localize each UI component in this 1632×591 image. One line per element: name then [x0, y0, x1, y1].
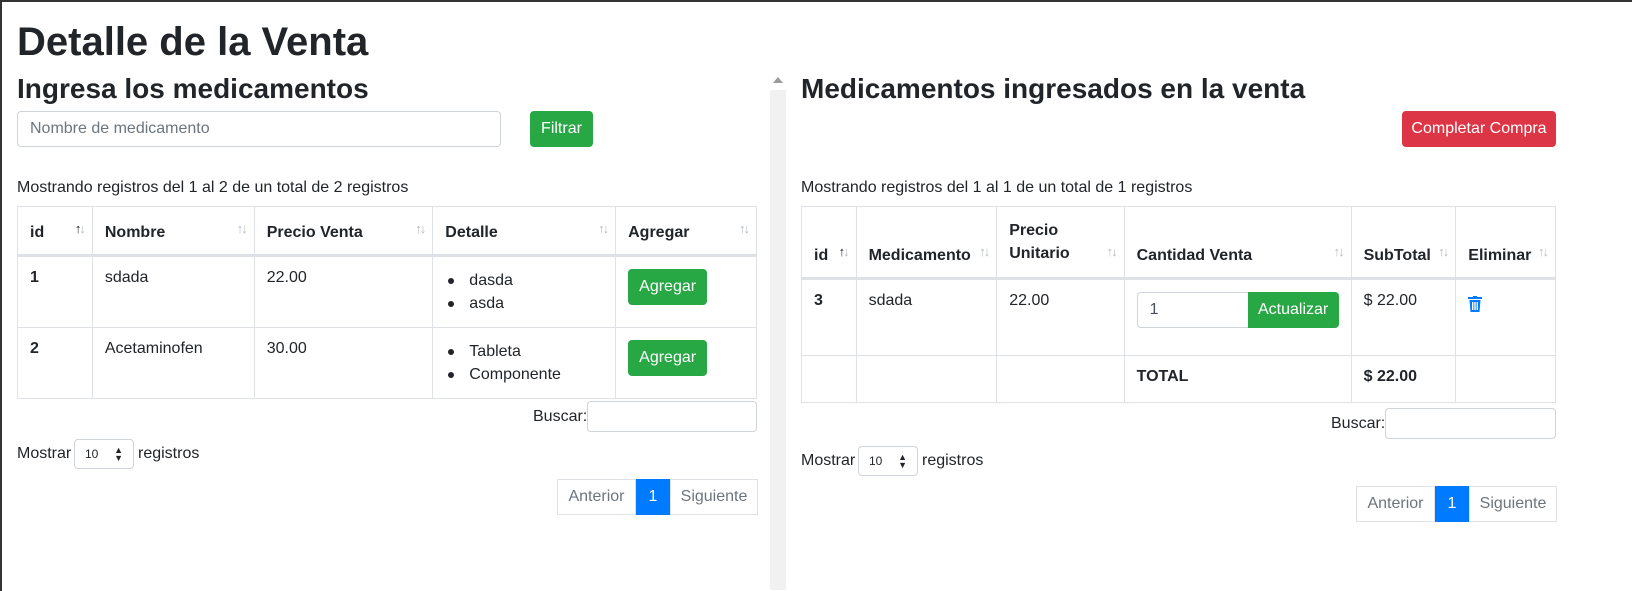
- col-precio-venta[interactable]: Precio Venta ↑↓: [253, 206, 434, 257]
- add-button[interactable]: Agregar: [628, 269, 708, 305]
- row-detalle: dasda asda: [432, 255, 617, 328]
- row-id: 1: [17, 255, 93, 328]
- col-detalle[interactable]: Detalle ↑↓: [432, 206, 617, 257]
- page-1-button[interactable]: 1: [636, 479, 670, 515]
- left-records-label: registros: [138, 445, 200, 462]
- col-eliminar[interactable]: Eliminar ↑↓: [1455, 206, 1556, 280]
- detail-item: dasda: [445, 269, 603, 292]
- complete-purchase-button[interactable]: Completar Compra: [1402, 111, 1556, 147]
- sort-arrows-icon: ↑↓: [74, 221, 86, 236]
- add-button[interactable]: Agregar: [628, 340, 708, 376]
- col-precio-unitario[interactable]: Precio Unitario ↑↓: [996, 206, 1125, 280]
- col-id[interactable]: id ↑↓: [17, 206, 93, 257]
- sort-arrows-icon: ↑↓: [1333, 244, 1345, 259]
- total-label: TOTAL: [1123, 355, 1352, 403]
- col-id[interactable]: id ↑↓: [801, 206, 857, 280]
- left-show-label: Mostrar: [17, 445, 72, 462]
- row-nombre: Acetaminofen: [91, 327, 255, 399]
- left-pagination: Anterior 1 Siguiente: [557, 479, 758, 515]
- row-detalle: Tableta Componente: [432, 327, 617, 399]
- col-medicamento[interactable]: Medicamento ↑↓: [855, 206, 998, 280]
- scroll-up-icon[interactable]: [773, 77, 783, 83]
- row-delete: [1455, 278, 1556, 356]
- sort-arrows-icon: ↑↓: [415, 221, 426, 236]
- row-medicamento: sdada: [855, 278, 998, 356]
- prev-page-button[interactable]: Anterior: [557, 479, 636, 515]
- right-records-label: registros: [922, 452, 984, 469]
- total-row: TOTAL $ 22.00: [801, 355, 1556, 403]
- sort-arrows-icon: ↑↓: [1438, 244, 1449, 259]
- row-precio: 22.00: [253, 255, 434, 328]
- right-table-search-input[interactable]: [1385, 408, 1556, 439]
- right-pagination: Anterior 1 Siguiente: [1356, 486, 1557, 522]
- prev-page-button[interactable]: Anterior: [1356, 486, 1435, 522]
- col-nombre[interactable]: Nombre ↑↓: [91, 206, 255, 257]
- row-precio: 22.00: [996, 278, 1125, 356]
- next-page-button[interactable]: Siguiente: [670, 479, 758, 515]
- trash-icon[interactable]: [1468, 296, 1483, 312]
- quantity-input[interactable]: [1136, 292, 1248, 328]
- page-1-button[interactable]: 1: [1435, 486, 1469, 522]
- right-search-label: Buscar:: [1331, 415, 1386, 432]
- sort-arrows-icon: ↑↓: [979, 244, 990, 259]
- row-id: 3: [801, 278, 857, 356]
- sort-arrows-icon: ↑↓: [739, 221, 750, 236]
- col-agregar[interactable]: Agregar ↑↓: [615, 206, 757, 257]
- detail-item: asda: [445, 292, 603, 315]
- col-cantidad-venta[interactable]: Cantidad Venta ↑↓: [1123, 206, 1352, 280]
- sort-arrows-icon: ↑↓: [598, 221, 609, 236]
- left-page-size-select[interactable]: 10 ▲ ▼: [74, 439, 134, 469]
- right-show-label: Mostrar: [801, 452, 856, 469]
- row-subtotal: $ 22.00: [1350, 278, 1457, 356]
- sort-arrows-icon: ↑↓: [838, 244, 850, 259]
- right-page-size-select[interactable]: 10 ▲ ▼: [858, 446, 918, 476]
- table-row: 1 sdada 22.00 dasda asda Agregar: [17, 255, 757, 328]
- left-table-info: Mostrando registros del 1 al 2 de un tot…: [17, 179, 409, 196]
- row-id: 2: [17, 327, 93, 399]
- row-nombre: sdada: [91, 255, 255, 328]
- sort-arrows-icon: ↑↓: [236, 221, 248, 236]
- update-button[interactable]: Actualizar: [1247, 292, 1339, 328]
- left-table-search-input[interactable]: [587, 401, 757, 432]
- left-search-label: Buscar:: [533, 408, 588, 425]
- table-row: 3 sdada 22.00 Actualizar $ 22.00: [801, 278, 1556, 356]
- page-title: Detalle de la Venta: [17, 20, 369, 64]
- medications-table: id ↑↓ Nombre ↑↓ Precio Venta ↑↓ Detalle ↑↓ A…: [17, 206, 757, 399]
- left-heading: Ingresa los medicamentos: [17, 73, 369, 104]
- right-table-info: Mostrando registros del 1 al 1 de un tot…: [801, 179, 1193, 196]
- detail-item: Componente: [445, 363, 603, 386]
- filter-button[interactable]: Filtrar: [530, 111, 593, 147]
- sort-arrows-icon: ↑↓: [1106, 244, 1118, 259]
- sale-items-table: id ↑↓ Medicamento ↑↓ Precio Unitario ↑↓ Can…: [801, 206, 1556, 403]
- row-action: Agregar: [615, 327, 757, 399]
- column-divider: [770, 90, 786, 590]
- medication-search-input[interactable]: [17, 111, 501, 147]
- row-action: Agregar: [615, 255, 757, 328]
- right-heading: Medicamentos ingresados en la venta: [801, 73, 1306, 104]
- sort-arrows-icon: ↑↓: [1538, 244, 1549, 259]
- row-precio: 30.00: [253, 327, 434, 399]
- detail-item: Tableta: [445, 340, 603, 363]
- select-caret-icon: ▲ ▼: [114, 445, 123, 463]
- total-value: $ 22.00: [1350, 355, 1457, 403]
- col-subtotal[interactable]: SubTotal ↑↓: [1350, 206, 1457, 280]
- table-row: 2 Acetaminofen 30.00 Tableta Componente …: [17, 327, 757, 399]
- next-page-button[interactable]: Siguiente: [1469, 486, 1557, 522]
- select-caret-icon: ▲ ▼: [898, 452, 907, 470]
- row-cantidad: Actualizar: [1123, 278, 1352, 356]
